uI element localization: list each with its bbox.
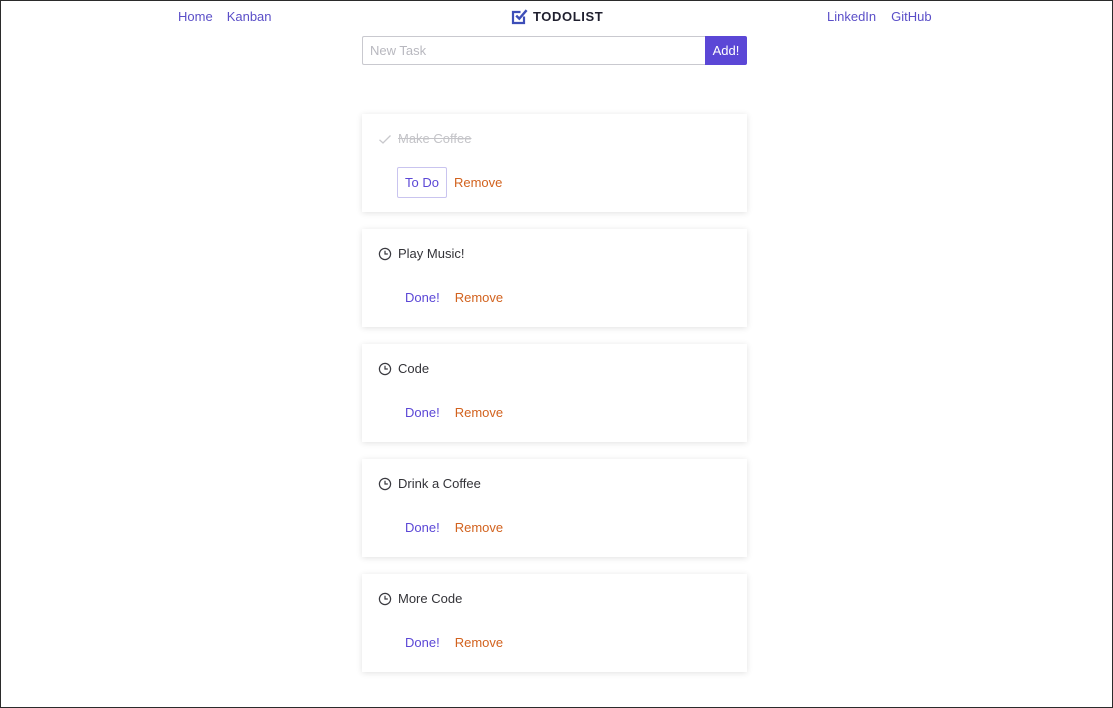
right-nav: LinkedIn GitHub <box>827 9 932 24</box>
remove-button[interactable]: Remove <box>455 520 503 535</box>
clock-icon <box>378 362 392 375</box>
clock-icon <box>378 592 392 605</box>
done-button[interactable]: Done! <box>397 397 448 428</box>
clock-icon <box>378 247 392 260</box>
clock-icon <box>378 477 392 490</box>
remove-button[interactable]: Remove <box>455 635 503 650</box>
remove-button[interactable]: Remove <box>455 405 503 420</box>
task-title: Code <box>398 361 430 376</box>
brand-name: TODOLIST <box>533 9 604 24</box>
done-button[interactable]: Done! <box>397 282 448 313</box>
checkbox-icon <box>511 9 528 25</box>
nav-link-kanban[interactable]: Kanban <box>227 9 272 24</box>
task-title: Make Coffee <box>398 131 472 146</box>
task-list: Make Coffee To Do Remove Play Music! Don… <box>362 114 747 689</box>
left-nav: Home Kanban <box>178 9 272 24</box>
task-card: Make Coffee To Do Remove <box>362 114 747 212</box>
task-card: More Code Done! Remove <box>362 574 747 672</box>
task-card: Code Done! Remove <box>362 344 747 442</box>
task-title: Drink a Coffee <box>398 476 481 491</box>
todo-button[interactable]: To Do <box>397 167 447 198</box>
task-card: Drink a Coffee Done! Remove <box>362 459 747 557</box>
new-task-form: Add! <box>362 36 747 65</box>
brand-logo[interactable]: TODOLIST <box>511 8 603 25</box>
nav-link-github[interactable]: GitHub <box>891 9 931 24</box>
remove-button[interactable]: Remove <box>455 290 503 305</box>
done-button[interactable]: Done! <box>397 512 448 543</box>
remove-button[interactable]: Remove <box>454 175 502 190</box>
task-title: More Code <box>398 591 463 606</box>
task-card: Play Music! Done! Remove <box>362 229 747 327</box>
done-button[interactable]: Done! <box>397 627 448 658</box>
add-task-button[interactable]: Add! <box>705 36 747 65</box>
new-task-input[interactable] <box>362 36 705 65</box>
check-icon <box>379 134 391 144</box>
nav-link-home[interactable]: Home <box>178 9 213 24</box>
nav-link-linkedin[interactable]: LinkedIn <box>827 9 876 24</box>
task-title: Play Music! <box>398 246 465 261</box>
